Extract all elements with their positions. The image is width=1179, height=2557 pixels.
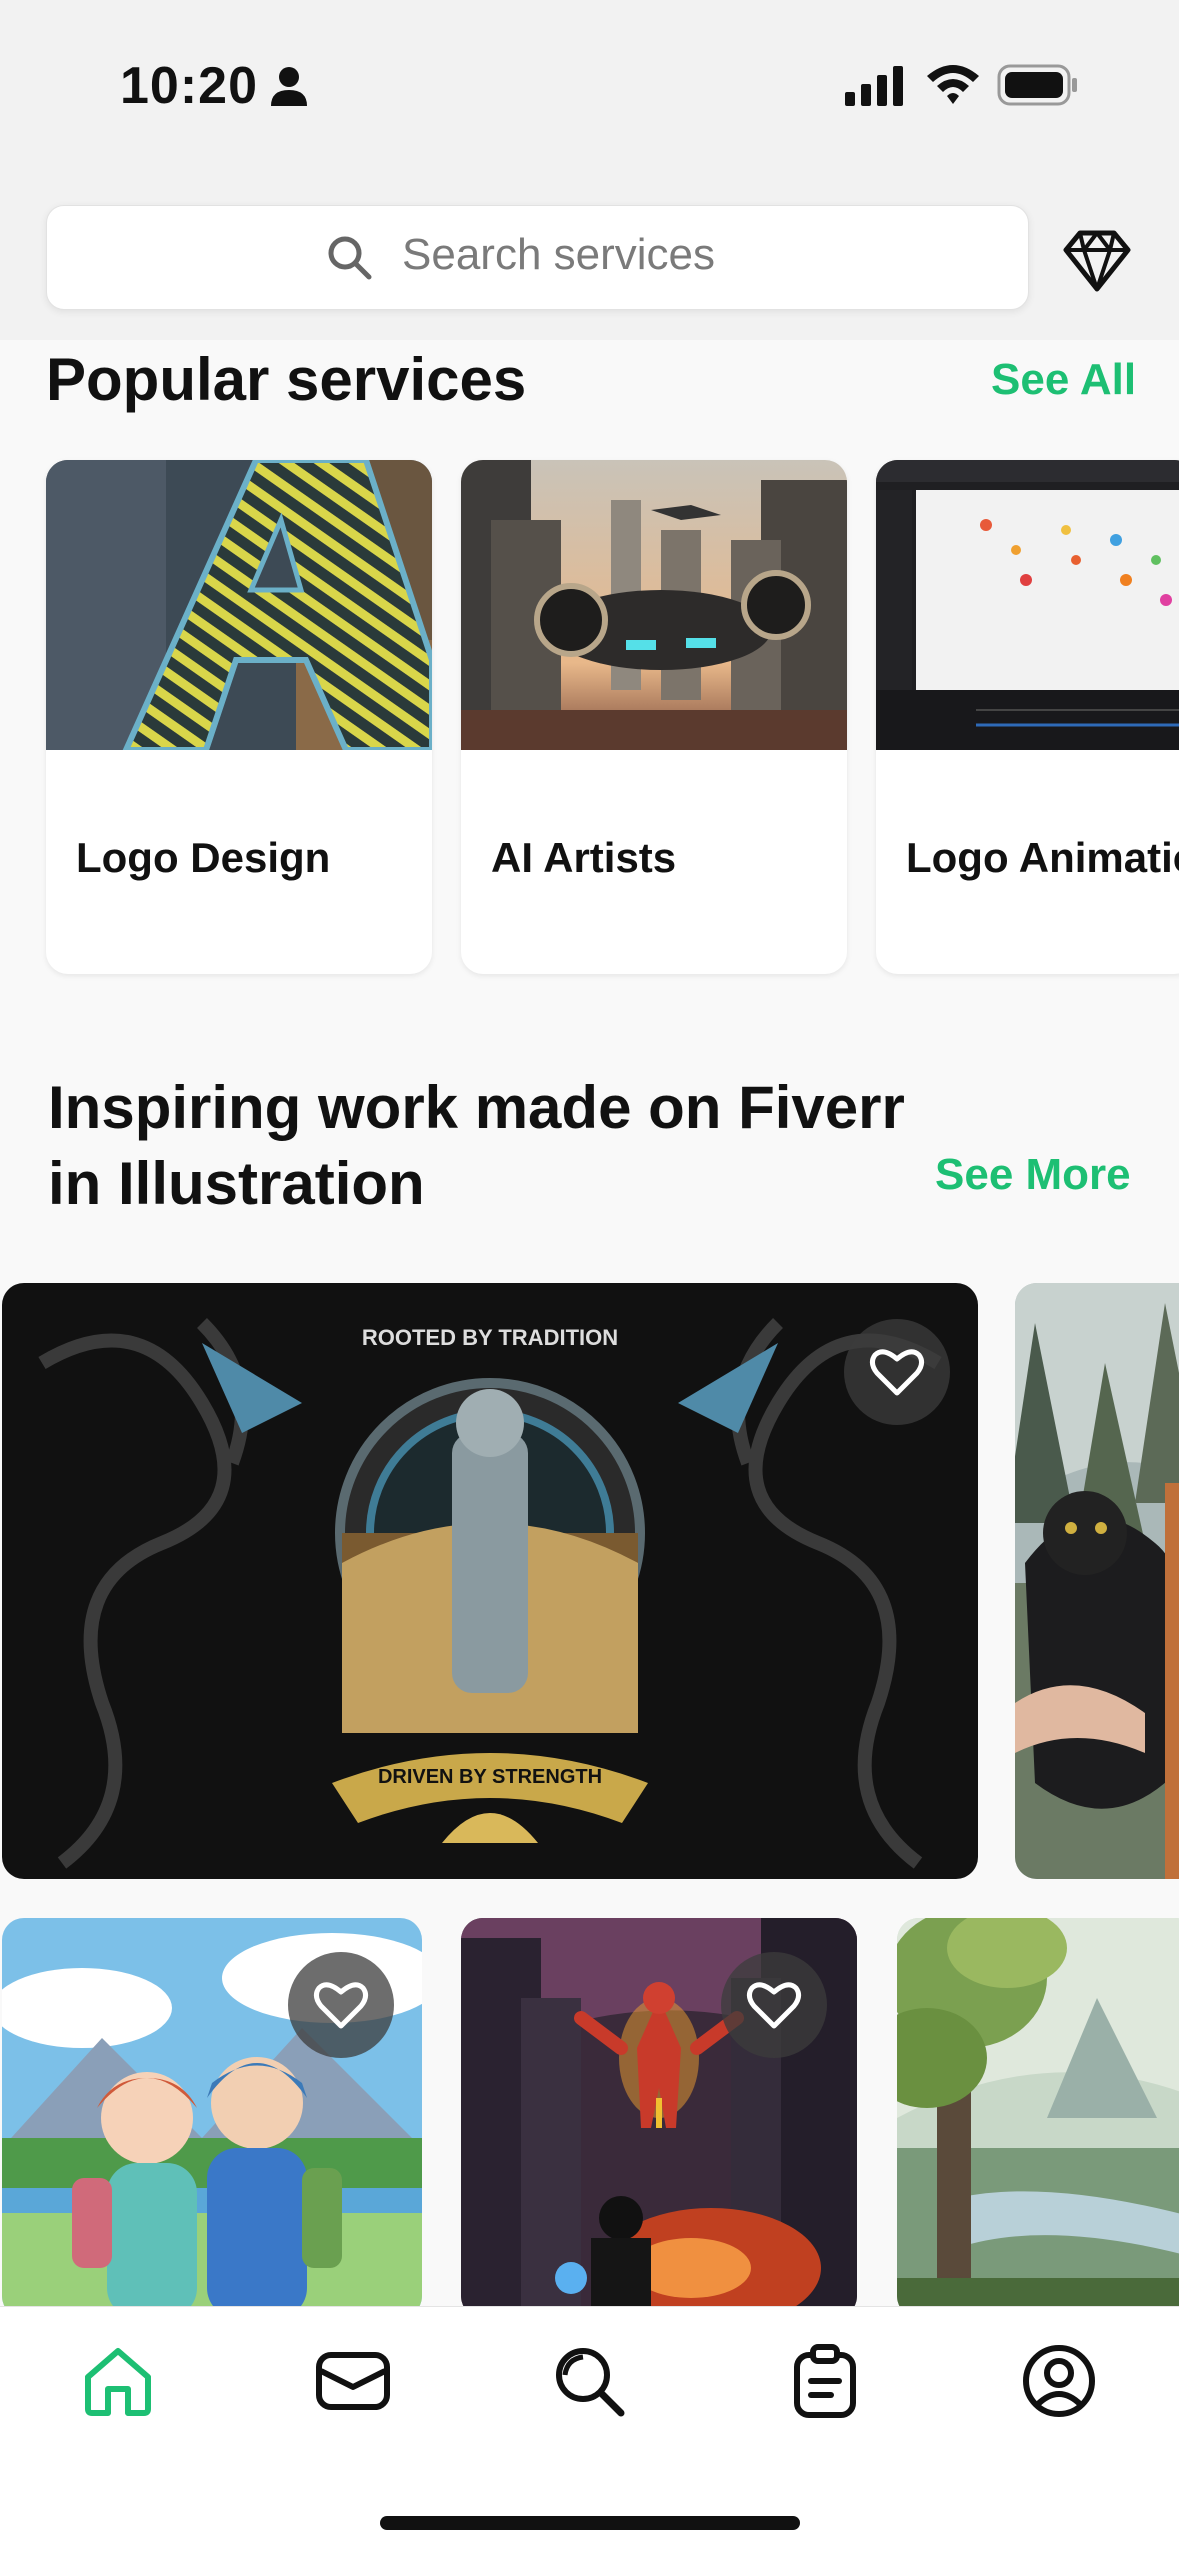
search-placeholder: Search services — [402, 230, 716, 279]
service-card-logo-design[interactable]: Logo Design — [46, 460, 432, 974]
service-card-label: AI Artists — [491, 834, 677, 881]
favorite-button[interactable] — [721, 1952, 827, 2058]
see-more-link[interactable]: See More — [935, 1150, 1131, 1200]
svg-text:ROOTED BY TRADITION: ROOTED BY TRADITION — [362, 1325, 618, 1350]
home-indicator — [380, 2516, 800, 2530]
work-image — [897, 1918, 1179, 2318]
tab-home[interactable] — [73, 2336, 163, 2426]
see-all-link[interactable]: See All — [991, 355, 1136, 405]
inspiring-title: Inspiring work made on Fiverr in Illustr… — [48, 1070, 905, 1222]
service-card-label: Logo Animation — [906, 834, 1179, 881]
heart-icon — [313, 1982, 369, 2029]
work-item-superhero-city[interactable] — [461, 1918, 857, 2318]
inspiring-title-line2: in Illustration — [48, 1150, 425, 1217]
work-image — [1015, 1283, 1179, 1879]
profile-icon — [1023, 2345, 1095, 2417]
home-icon — [85, 2348, 151, 2416]
mail-icon — [316, 2352, 390, 2410]
work-item-forest-painting[interactable] — [897, 1918, 1179, 2318]
work-item-cat-painting[interactable] — [1015, 1283, 1179, 1879]
favorite-button[interactable] — [844, 1319, 950, 1425]
tab-search[interactable] — [544, 2336, 634, 2426]
popular-services-title: Popular services — [46, 346, 527, 413]
heart-icon — [869, 1349, 925, 1396]
service-card-logo-animation[interactable]: Logo Animation — [876, 460, 1179, 974]
search-icon — [325, 233, 373, 286]
heart-icon — [746, 1982, 802, 2029]
svg-text:DRIVEN BY STRENGTH: DRIVEN BY STRENGTH — [378, 1766, 602, 1788]
tab-orders[interactable] — [780, 2336, 870, 2426]
service-card-ai-artists[interactable]: AI Artists — [461, 460, 847, 974]
orders-icon — [794, 2344, 856, 2418]
logo-animation-image — [876, 460, 1179, 750]
work-item-couple-anime[interactable] — [2, 1918, 422, 2318]
battery-icon — [997, 64, 1079, 111]
status-time: 10:20 — [120, 57, 258, 115]
person-icon — [270, 66, 308, 113]
inspiring-title-line1: Inspiring work made on Fiverr — [48, 1074, 905, 1141]
service-card-label: Logo Design — [76, 834, 331, 881]
tab-profile[interactable] — [1014, 2336, 1104, 2426]
work-item-krishna-emblem[interactable]: ROOTED BY TRADITION DRIVEN BY STRENGTH — [2, 1283, 978, 1879]
wifi-icon — [925, 62, 981, 111]
work-image: ROOTED BY TRADITION DRIVEN BY STRENGTH — [2, 1283, 978, 1879]
favorite-button[interactable] — [288, 1952, 394, 2058]
search-icon — [556, 2348, 625, 2417]
ai-artists-image — [461, 460, 847, 750]
tab-messages[interactable] — [308, 2336, 398, 2426]
logo-design-image — [46, 460, 432, 750]
diamond-icon[interactable] — [1062, 230, 1132, 297]
cellular-signal-icon — [845, 66, 905, 111]
